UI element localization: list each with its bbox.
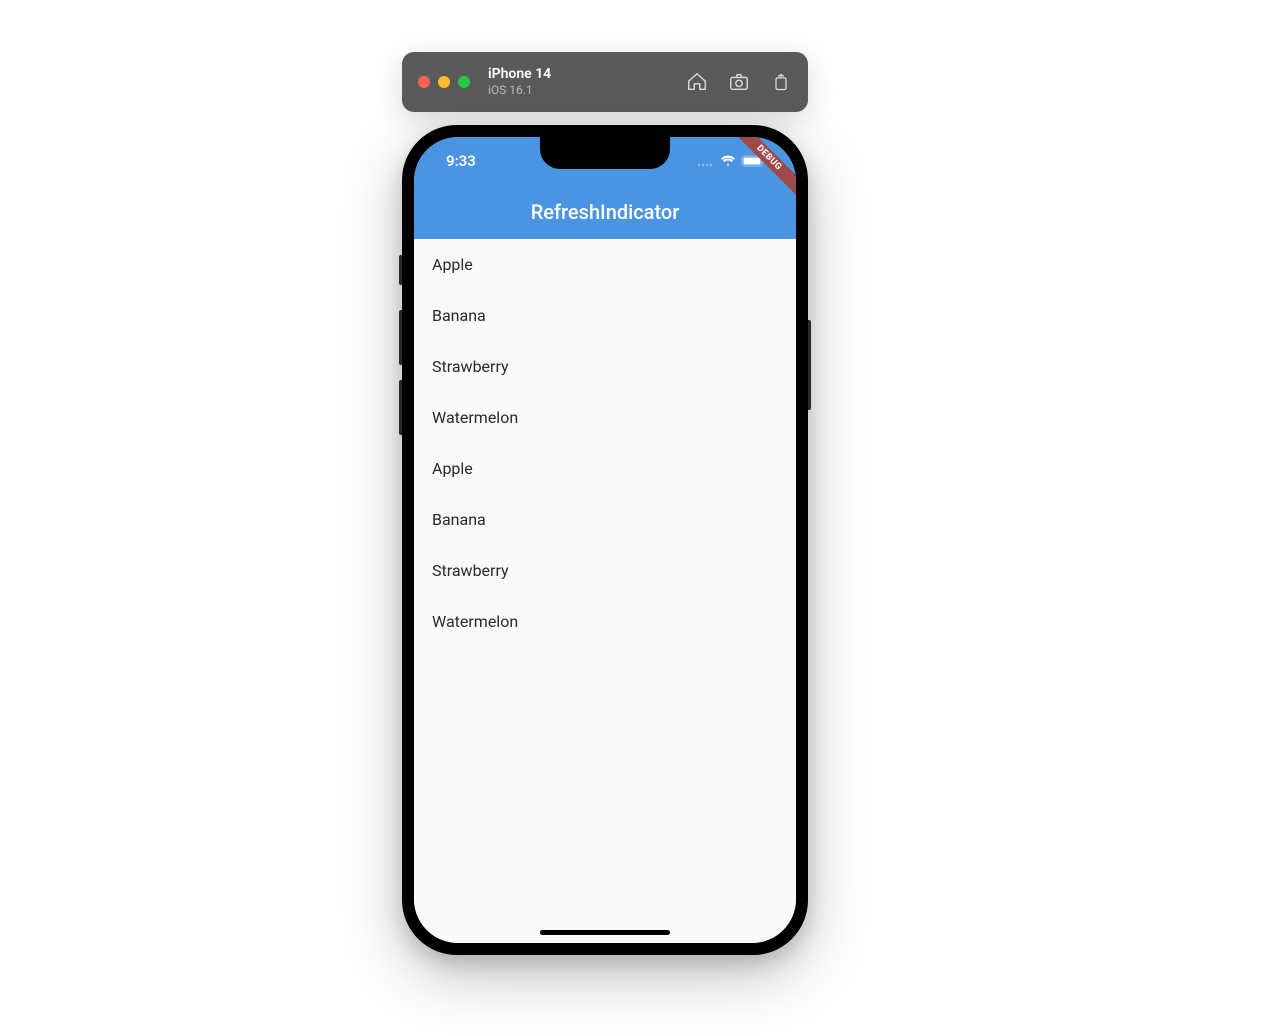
- volume-down-button: [399, 380, 402, 435]
- power-button: [808, 320, 811, 410]
- list-item[interactable]: Apple: [414, 239, 796, 290]
- list-item[interactable]: Watermelon: [414, 596, 796, 647]
- status-time: 9:33: [446, 152, 476, 170]
- list-item-label: Apple: [432, 255, 473, 274]
- battery-icon: [741, 155, 766, 167]
- list-item[interactable]: Watermelon: [414, 392, 796, 443]
- window-controls: [418, 76, 470, 88]
- camera-icon: [728, 71, 750, 93]
- maximize-window-button[interactable]: [458, 76, 470, 88]
- home-indicator[interactable]: [540, 930, 670, 935]
- silence-switch: [399, 255, 402, 285]
- rotate-icon: [771, 71, 791, 93]
- simulator-toolbar: iPhone 14 iOS 16.1: [402, 52, 808, 112]
- app-bar: RefreshIndicator: [414, 185, 796, 239]
- list-item[interactable]: Banana: [414, 494, 796, 545]
- list-item[interactable]: Banana: [414, 290, 796, 341]
- phone-screen: DEBUG 9:33: [414, 137, 796, 943]
- close-window-button[interactable]: [418, 76, 430, 88]
- list-item-label: Watermelon: [432, 408, 518, 427]
- list-item-label: Apple: [432, 459, 473, 478]
- app-bar-title: RefreshIndicator: [531, 200, 680, 224]
- device-os-label: iOS 16.1: [488, 83, 686, 97]
- phone-frame: DEBUG 9:33: [402, 125, 808, 955]
- rotate-button[interactable]: [770, 71, 792, 93]
- home-button[interactable]: [686, 71, 708, 93]
- status-icons: [697, 155, 766, 167]
- cellular-icon: [697, 155, 715, 167]
- volume-up-button: [399, 310, 402, 365]
- list-item-label: Strawberry: [432, 561, 509, 580]
- list-item-label: Banana: [432, 510, 486, 529]
- home-icon: [686, 71, 708, 93]
- list-item[interactable]: Strawberry: [414, 341, 796, 392]
- device-name-label: iPhone 14: [488, 66, 686, 83]
- minimize-window-button[interactable]: [438, 76, 450, 88]
- list-item-label: Watermelon: [432, 612, 518, 631]
- notch: [540, 137, 670, 169]
- list-item-label: Strawberry: [432, 357, 509, 376]
- toolbar-actions: [686, 71, 792, 93]
- list-item[interactable]: Strawberry: [414, 545, 796, 596]
- phone-buttons-right: [808, 320, 811, 410]
- phone-buttons-left: [399, 255, 402, 450]
- list-item[interactable]: Apple: [414, 443, 796, 494]
- list-view[interactable]: Apple Banana Strawberry Watermelon Apple…: [414, 239, 796, 943]
- list-item-label: Banana: [432, 306, 486, 325]
- screenshot-button[interactable]: [728, 71, 750, 93]
- device-info: iPhone 14 iOS 16.1: [488, 66, 686, 97]
- wifi-icon: [720, 155, 736, 167]
